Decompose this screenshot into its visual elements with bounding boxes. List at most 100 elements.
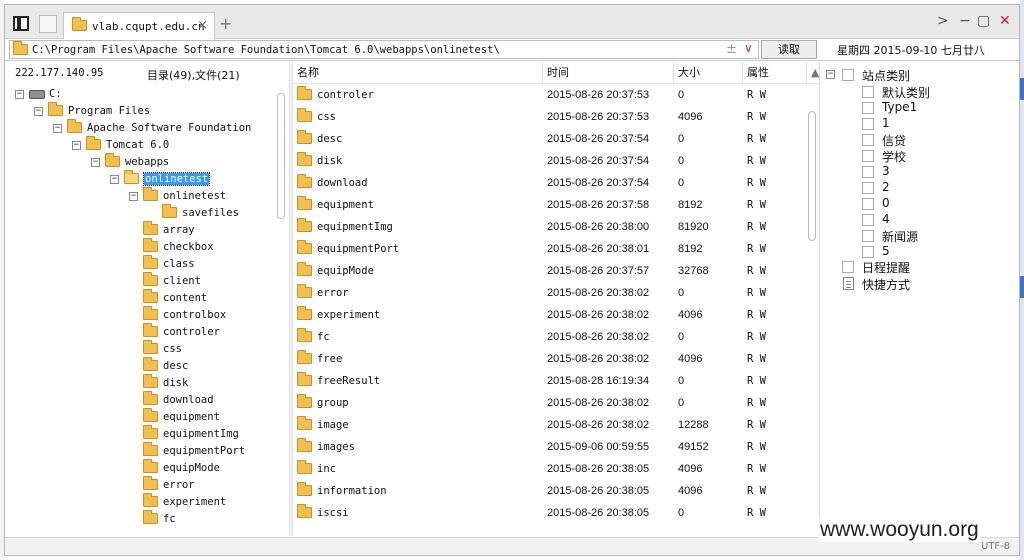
file-row[interactable]: controler 2015-08-26 20:37:53 0 R W <box>293 85 807 107</box>
file-time: 2015-08-26 20:38:02 <box>547 309 650 321</box>
folder-icon <box>297 306 312 320</box>
address-field[interactable]: C:\Program Files\Apache Software Foundat… <box>9 40 759 59</box>
file-row[interactable]: disk 2015-08-26 20:37:54 0 R W <box>293 151 807 173</box>
collapse-icon[interactable]: − <box>826 70 835 79</box>
folder-icon <box>143 493 158 507</box>
file-row[interactable]: free 2015-08-26 20:38:02 4096 R W <box>293 349 807 371</box>
file-list-scrollbar-thumb[interactable] <box>808 111 816 241</box>
file-size: 0 <box>678 287 685 299</box>
column-name[interactable]: 名称 <box>293 62 543 84</box>
tree-collapse-icon[interactable]: − <box>15 90 24 99</box>
tree-collapse-icon[interactable]: − <box>110 175 119 184</box>
sidebar-toggle-icon[interactable] <box>13 16 29 31</box>
folder-icon <box>143 323 158 337</box>
file-row[interactable]: group 2015-08-26 20:38:02 0 R W <box>293 393 807 415</box>
tree-node-label: Tomcat 6.0 <box>106 139 170 151</box>
file-row[interactable]: fc 2015-08-26 20:38:02 0 R W <box>293 327 807 349</box>
tree-node-label: equipment <box>163 411 220 423</box>
tree-node-label: onlinetest <box>163 190 227 202</box>
file-row[interactable]: equipmentImg 2015-08-26 20:38:00 81920 R W <box>293 217 807 239</box>
tree-collapse-icon[interactable]: − <box>53 124 62 133</box>
blank-tab-icon[interactable] <box>39 15 57 33</box>
address-path[interactable]: C:\Program Files\Apache Software Foundat… <box>32 44 500 56</box>
file-time: 2015-08-26 20:37:54 <box>547 155 650 167</box>
tab-close-icon[interactable]: × <box>197 18 208 33</box>
folder-icon <box>297 196 312 210</box>
chevron-down-icon[interactable]: ∨ <box>744 41 753 55</box>
folder-icon <box>143 442 158 456</box>
file-time: 2015-08-26 20:38:02 <box>547 331 650 343</box>
column-time[interactable]: 时间 <box>543 62 674 84</box>
read-button[interactable]: 读取 <box>761 40 817 59</box>
site-category-item-label: 3 <box>882 164 890 178</box>
category-item-icon <box>862 246 874 258</box>
file-row[interactable]: equipMode 2015-08-26 20:37:57 32768 R W <box>293 261 807 283</box>
category-item-icon <box>862 150 874 162</box>
file-name: css <box>317 111 336 123</box>
file-manager-window: vlab.cqupt.edu.cn × + > − ▢ ✕ C:\Program… <box>4 4 1020 556</box>
new-tab-plus-icon[interactable]: + <box>219 14 232 33</box>
tree-collapse-icon[interactable]: − <box>34 107 43 116</box>
close-icon[interactable]: ✕ <box>999 13 1011 29</box>
address-bar: C:\Program Files\Apache Software Foundat… <box>5 39 1019 61</box>
file-row[interactable]: inc 2015-08-26 20:38:05 4096 R W <box>293 459 807 481</box>
file-row[interactable]: equipmentPort 2015-08-26 20:38:01 8192 R W <box>293 239 807 261</box>
tree-node-label: savefiles <box>182 207 239 219</box>
schedule-label: 日程提醒 <box>862 261 911 275</box>
file-row[interactable]: image 2015-08-26 20:38:02 12288 R W <box>293 415 807 437</box>
favorite-icon[interactable]: ± <box>726 42 737 57</box>
tree-node-label: equipmentImg <box>163 428 239 440</box>
file-row[interactable]: freeResult 2015-08-28 16:19:34 0 R W <box>293 371 807 393</box>
category-item-icon <box>862 182 874 194</box>
file-row[interactable]: information 2015-08-26 20:38:05 4096 R W <box>293 481 807 503</box>
scroll-up-icon[interactable]: ▲ <box>807 62 819 84</box>
minimize-icon[interactable]: − <box>959 13 971 29</box>
directory-tree: − C: − Program Files − Apache Software Founda… <box>5 85 275 531</box>
file-row[interactable]: images 2015-09-06 00:59:55 49152 R W <box>293 437 807 459</box>
shortcuts-label: 快捷方式 <box>862 278 911 292</box>
folder-icon <box>297 372 312 386</box>
file-row[interactable]: experiment 2015-08-26 20:38:02 4096 R W <box>293 305 807 327</box>
file-attr: R W <box>747 155 766 167</box>
folder-icon <box>297 460 312 474</box>
folder-icon <box>162 204 177 218</box>
maximize-icon[interactable]: ▢ <box>977 13 990 29</box>
category-item-icon <box>862 134 874 146</box>
file-row[interactable]: iscsi 2015-08-26 20:38:05 0 R W <box>293 503 807 525</box>
folder-icon <box>297 416 312 430</box>
file-row[interactable]: desc 2015-08-26 20:37:54 0 R W <box>293 129 807 151</box>
site-category-item-label: 1 <box>882 116 890 130</box>
folder-icon <box>105 153 120 167</box>
column-attr[interactable]: 属性 <box>743 62 807 84</box>
file-name: controler <box>317 89 374 101</box>
tree-collapse-icon[interactable]: − <box>129 192 138 201</box>
file-size: 4096 <box>678 111 703 123</box>
tree-collapse-icon[interactable]: − <box>72 141 81 150</box>
file-time: 2015-08-28 16:19:34 <box>547 375 650 387</box>
column-size[interactable]: 大小 <box>674 62 743 84</box>
file-row[interactable]: equipment 2015-08-26 20:37:58 8192 R W <box>293 195 807 217</box>
file-row[interactable]: error 2015-08-26 20:38:02 0 R W <box>293 283 807 305</box>
tree-node-label: fc <box>163 513 176 525</box>
file-name: image <box>317 419 349 431</box>
file-time: 2015-08-26 20:37:53 <box>547 89 650 101</box>
tree-scrollbar[interactable] <box>276 85 286 531</box>
file-list-scrollbar[interactable] <box>807 85 817 531</box>
file-row[interactable]: css 2015-08-26 20:37:53 4096 R W <box>293 107 807 129</box>
file-row[interactable]: download 2015-08-26 20:37:54 0 R W <box>293 173 807 195</box>
file-size: 0 <box>678 375 685 387</box>
category-item-icon <box>862 214 874 226</box>
folder-icon <box>143 374 158 388</box>
file-size: 0 <box>678 397 685 409</box>
file-time: 2015-08-26 20:38:02 <box>547 353 650 365</box>
site-category-item-label: 默认类别 <box>882 86 931 100</box>
file-time: 2015-08-26 20:38:01 <box>547 243 650 255</box>
chevron-right-icon[interactable]: > <box>937 13 949 29</box>
encoding-indicator[interactable]: UTF-8 <box>981 541 1010 552</box>
tree-collapse-icon[interactable]: − <box>91 158 100 167</box>
file-name: information <box>317 485 387 497</box>
file-attr: R W <box>747 375 766 387</box>
tab-vlab[interactable]: vlab.cqupt.edu.cn × <box>63 12 215 39</box>
tree-scrollbar-thumb[interactable] <box>277 93 285 219</box>
tree-node-label: onlinetest <box>142 172 211 186</box>
